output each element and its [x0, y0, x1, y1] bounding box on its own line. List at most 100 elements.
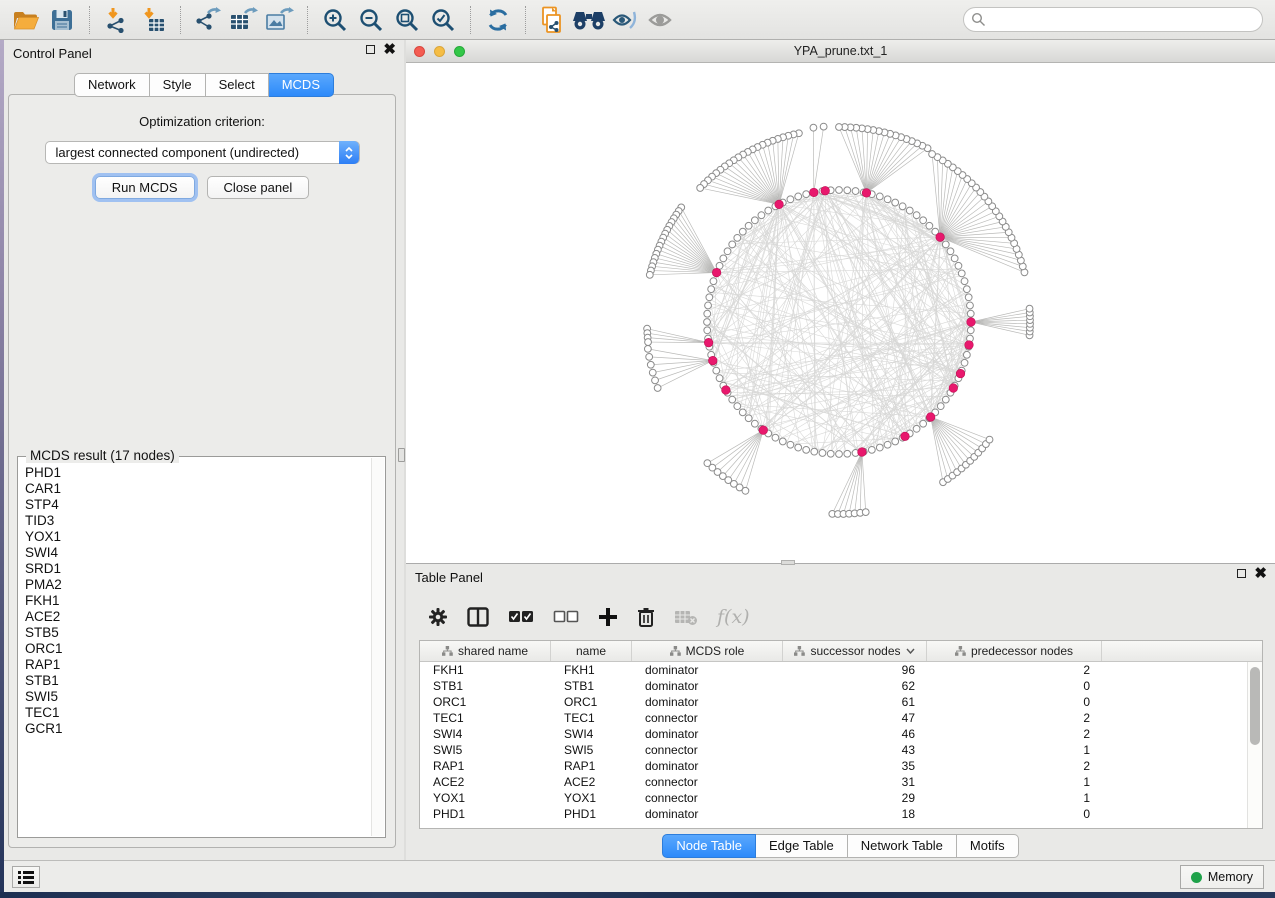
select-all-icon[interactable]	[508, 610, 534, 624]
network-node[interactable]	[920, 420, 927, 427]
network-leaf-node[interactable]	[647, 361, 654, 368]
table-row[interactable]: SWI5SWI5connector431	[420, 742, 1247, 758]
network-node[interactable]	[967, 327, 974, 334]
network-node[interactable]	[729, 396, 736, 403]
column-header-shared-name[interactable]: shared name	[420, 641, 551, 661]
network-node[interactable]	[708, 286, 715, 293]
network-node[interactable]	[795, 444, 802, 451]
mcds-hub-node[interactable]	[810, 188, 819, 197]
network-node[interactable]	[961, 278, 968, 285]
network-node[interactable]	[745, 415, 752, 422]
network-node[interactable]	[787, 441, 794, 448]
network-node[interactable]	[734, 403, 741, 410]
network-node[interactable]	[710, 278, 717, 285]
network-window-titlebar[interactable]: YPA_prune.txt_1	[406, 40, 1275, 63]
mcds-hub-node[interactable]	[901, 432, 910, 441]
mcds-hub-node[interactable]	[708, 356, 717, 365]
zoom-out-icon[interactable]	[353, 4, 389, 36]
network-node[interactable]	[803, 191, 810, 198]
mcds-hub-node[interactable]	[956, 369, 965, 378]
network-node[interactable]	[913, 212, 920, 219]
network-node[interactable]	[892, 438, 899, 445]
mcds-hub-node[interactable]	[949, 384, 958, 393]
network-node[interactable]	[836, 451, 843, 458]
mcds-result-item[interactable]: RAP1	[25, 657, 371, 673]
table-settings-icon[interactable]	[428, 607, 448, 627]
delete-column-icon[interactable]	[637, 607, 655, 628]
network-node[interactable]	[967, 310, 974, 317]
network-node[interactable]	[884, 196, 891, 203]
network-node[interactable]	[942, 396, 949, 403]
network-node[interactable]	[967, 302, 974, 309]
network-node[interactable]	[704, 319, 711, 326]
network-node[interactable]	[899, 203, 906, 210]
network-leaf-node[interactable]	[644, 345, 651, 352]
network-leaf-node[interactable]	[654, 385, 661, 392]
network-node[interactable]	[920, 217, 927, 224]
close-panel-button[interactable]: Close panel	[207, 176, 310, 199]
hide-graphics-details-icon[interactable]	[607, 4, 643, 36]
mcds-result-item[interactable]: GCR1	[25, 721, 371, 737]
mcds-result-item[interactable]: ACE2	[25, 609, 371, 625]
mcds-result-item[interactable]: STP4	[25, 497, 371, 513]
network-leaf-node[interactable]	[652, 377, 659, 384]
add-column-icon[interactable]	[598, 607, 618, 627]
mcds-result-item[interactable]: PHD1	[25, 465, 371, 481]
network-node[interactable]	[704, 310, 711, 317]
mcds-result-item[interactable]: ORC1	[25, 641, 371, 657]
table-tab-node-table[interactable]: Node Table	[662, 834, 756, 858]
search-network-icon[interactable]	[571, 4, 607, 36]
network-node[interactable]	[836, 187, 843, 194]
network-node[interactable]	[713, 367, 720, 374]
network-canvas[interactable]	[406, 63, 1275, 563]
float-panel-icon[interactable]	[366, 45, 375, 54]
tab-style[interactable]: Style	[150, 73, 206, 97]
mcds-hub-node[interactable]	[712, 268, 721, 277]
table-row[interactable]: SWI4SWI4dominator462	[420, 726, 1247, 742]
export-table-icon[interactable]	[226, 4, 262, 36]
table-row[interactable]: YOX1YOX1connector291	[420, 790, 1247, 806]
mcds-result-item[interactable]: CAR1	[25, 481, 371, 497]
mcds-result-item[interactable]: SWI4	[25, 545, 371, 561]
network-node[interactable]	[705, 302, 712, 309]
save-icon[interactable]	[44, 4, 80, 36]
network-node[interactable]	[758, 212, 765, 219]
mcds-hub-node[interactable]	[704, 338, 713, 347]
network-node[interactable]	[876, 193, 883, 200]
network-node[interactable]	[844, 187, 851, 194]
network-node[interactable]	[892, 199, 899, 206]
network-node[interactable]	[965, 294, 972, 301]
split-view-icon[interactable]	[467, 607, 489, 627]
network-node[interactable]	[734, 234, 741, 241]
network-node[interactable]	[961, 359, 968, 366]
mcds-result-item[interactable]: PMA2	[25, 577, 371, 593]
deselect-all-icon[interactable]	[553, 610, 579, 624]
network-node[interactable]	[926, 222, 933, 229]
network-leaf-node[interactable]	[836, 124, 843, 131]
network-node[interactable]	[787, 196, 794, 203]
table-scrollbar-thumb[interactable]	[1250, 667, 1260, 745]
table-row[interactable]: ACE2ACE2connector311	[420, 774, 1247, 790]
table-row[interactable]: FKH1FKH1dominator962	[420, 662, 1247, 678]
mcds-result-item[interactable]: TEC1	[25, 705, 371, 721]
mcds-result-item[interactable]: TID3	[25, 513, 371, 529]
network-node[interactable]	[729, 241, 736, 248]
table-row[interactable]: TEC1TEC1connector472	[420, 710, 1247, 726]
tab-select[interactable]: Select	[206, 73, 269, 97]
network-leaf-node[interactable]	[646, 271, 653, 278]
mcds-hub-node[interactable]	[926, 413, 935, 422]
network-node[interactable]	[739, 409, 746, 416]
task-history-button[interactable]	[12, 866, 40, 888]
network-node[interactable]	[772, 434, 779, 441]
network-leaf-node[interactable]	[862, 509, 869, 516]
float-table-panel-icon[interactable]	[1237, 569, 1246, 578]
mcds-hub-node[interactable]	[821, 186, 830, 195]
mcds-result-item[interactable]: STB5	[25, 625, 371, 641]
mcds-result-item[interactable]: FKH1	[25, 593, 371, 609]
zoom-in-icon[interactable]	[317, 4, 353, 36]
network-node[interactable]	[795, 193, 802, 200]
network-node[interactable]	[844, 450, 851, 457]
network-node[interactable]	[942, 241, 949, 248]
network-node[interactable]	[963, 351, 970, 358]
network-node[interactable]	[947, 248, 954, 255]
